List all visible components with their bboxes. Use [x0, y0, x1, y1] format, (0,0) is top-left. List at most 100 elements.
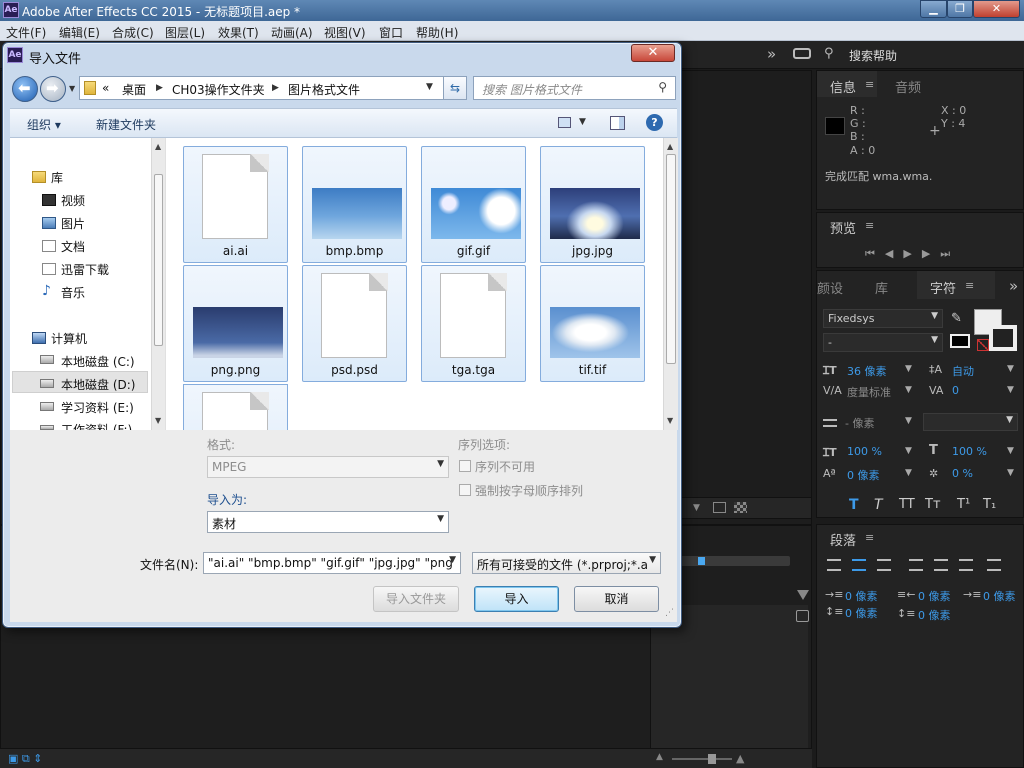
chevron-down-icon[interactable]: ▼	[579, 117, 586, 127]
font-style-select[interactable]: - ▼	[823, 333, 943, 352]
current-time-indicator[interactable]	[698, 557, 705, 565]
nav-drive-d[interactable]: 本地磁盘 (D:)	[61, 376, 135, 393]
nav-videos[interactable]: 视频	[61, 192, 85, 209]
search-icon[interactable]: ⚲	[824, 46, 834, 61]
swap-colors-icon[interactable]	[950, 334, 970, 348]
superscript-button[interactable]: T¹	[957, 497, 970, 512]
search-input[interactable]: 搜索 图片格式文件 ⚲	[473, 76, 676, 100]
space-after-value[interactable]: 0 像素	[918, 607, 951, 623]
file-gif[interactable]: gif.gif	[421, 146, 526, 263]
scroll-up-icon[interactable]: ▲	[155, 142, 161, 151]
menu-view[interactable]: 视图(V)	[324, 24, 366, 41]
stroke-type-select[interactable]: ▼	[923, 413, 1018, 431]
small-caps-button[interactable]: Tт	[925, 497, 941, 512]
breadcrumb-ch03[interactable]: CH03操作文件夹	[172, 81, 265, 98]
breadcrumb-image-formats[interactable]: 图片格式文件	[288, 81, 360, 98]
chevron-down-icon[interactable]: ▼	[1007, 468, 1014, 478]
menu-help[interactable]: 帮助(H)	[416, 24, 458, 41]
scroll-down-icon[interactable]: ▼	[155, 416, 161, 425]
justify-center-icon[interactable]	[934, 559, 948, 571]
faux-italic-button[interactable]: T	[874, 497, 883, 513]
tab-paragraph[interactable]: 段落	[830, 530, 856, 549]
filetype-select[interactable]: 所有可接受的文件 (*.prproj;*.a ▼	[472, 552, 661, 574]
chevron-down-icon[interactable]: ▼	[905, 416, 912, 426]
import-button[interactable]: 导入	[474, 586, 559, 612]
indent-left-value[interactable]: 0 像素	[845, 588, 878, 604]
preview-pane-icon[interactable]	[610, 116, 625, 130]
file-bmp[interactable]: bmp.bmp	[302, 146, 407, 263]
timeline-work-area[interactable]	[680, 556, 790, 566]
tab-info[interactable]: 信息	[830, 77, 856, 96]
chevron-down-icon[interactable]: ▼	[1007, 385, 1014, 395]
chevron-down-icon[interactable]: ▼	[905, 364, 912, 374]
nav-documents[interactable]: 文档	[61, 238, 85, 255]
file-scroll-thumb[interactable]	[666, 154, 676, 364]
sync-settings-icon[interactable]	[793, 48, 811, 59]
file-partial[interactable]	[183, 384, 288, 430]
justify-all-icon[interactable]	[987, 559, 1001, 571]
vertical-scale-value[interactable]: 100 %	[847, 445, 882, 458]
menu-edit[interactable]: 编辑(E)	[59, 24, 100, 41]
info-panel-menu-icon[interactable]: ≡	[865, 78, 874, 91]
paragraph-panel-menu-icon[interactable]: ≡	[865, 531, 874, 544]
playback-controls[interactable]: ⏮◀▶▶⏭	[865, 247, 960, 261]
zoom-in-icon[interactable]: ▲	[736, 752, 744, 765]
nav-thunder-downloads[interactable]: 迅雷下载	[61, 261, 109, 278]
breadcrumb-separator-icon[interactable]: ▶	[156, 83, 163, 93]
comp-marker-icon[interactable]	[796, 610, 809, 622]
menu-animation[interactable]: 动画(A)	[271, 24, 313, 41]
file-png[interactable]: png.png	[183, 265, 288, 382]
menu-layer[interactable]: 图层(L)	[165, 24, 205, 41]
nav-drive-f[interactable]: 工作资料 (F:)	[61, 421, 132, 430]
timeline-marker-icon[interactable]	[797, 590, 809, 602]
align-right-icon[interactable]	[877, 559, 891, 571]
recent-locations-icon[interactable]: ▼	[69, 84, 75, 93]
tab-effects-presets[interactable]: 颜设	[817, 278, 843, 297]
character-panel-menu-icon[interactable]: ≡	[965, 279, 974, 292]
forward-button[interactable]: ➡	[40, 76, 66, 102]
chevron-down-icon[interactable]: ▼	[1007, 364, 1014, 374]
chevron-down-icon[interactable]: ▼	[905, 446, 912, 456]
window-close-button[interactable]: ✕	[973, 0, 1020, 18]
no-stroke-icon[interactable]	[977, 339, 989, 351]
dialog-close-button[interactable]: ✕	[631, 44, 675, 62]
file-scrollbar[interactable]: ▲ ▼	[663, 138, 678, 430]
resize-grip-icon[interactable]: ⋰	[665, 608, 674, 618]
scroll-up-icon[interactable]: ▲	[667, 142, 673, 151]
justify-left-icon[interactable]	[909, 559, 923, 571]
nav-libraries[interactable]: 库	[51, 169, 63, 186]
scroll-down-icon[interactable]: ▼	[667, 416, 673, 425]
tracking-value[interactable]: 0	[952, 384, 959, 397]
refresh-button[interactable]: ⇆	[443, 76, 467, 100]
chevron-down-icon[interactable]: ▼	[905, 468, 912, 478]
menu-effect[interactable]: 效果(T)	[218, 24, 259, 41]
stroke-width-value[interactable]: - 像素	[845, 415, 874, 431]
address-bar[interactable]: « 桌面 ▶ CH03操作文件夹 ▶ 图片格式文件 ▼	[79, 76, 467, 100]
nav-drive-c[interactable]: 本地磁盘 (C:)	[61, 353, 135, 370]
tab-audio[interactable]: 音频	[895, 77, 921, 96]
organize-button[interactable]: 组织 ▾	[27, 116, 61, 133]
stroke-color-swatch[interactable]	[989, 325, 1017, 351]
dropdown-arrow-icon[interactable]: ▼	[693, 503, 700, 513]
chevron-down-icon[interactable]: ▼	[905, 385, 912, 395]
new-folder-button[interactable]: 新建文件夹	[96, 116, 156, 133]
tab-preview[interactable]: 预览	[830, 218, 856, 237]
zoom-slider[interactable]	[672, 758, 732, 760]
file-ai[interactable]: ai.ai	[183, 146, 288, 263]
menu-window[interactable]: 窗口	[379, 24, 403, 41]
align-center-icon[interactable]	[852, 559, 866, 571]
nav-computer[interactable]: 计算机	[51, 330, 87, 347]
tab-library[interactable]: 库	[875, 278, 888, 297]
all-caps-button[interactable]: TT	[899, 497, 915, 512]
font-size-value[interactable]: 36 像素	[847, 363, 887, 379]
workspace-overflow[interactable]: »	[767, 45, 776, 63]
breadcrumb-desktop[interactable]: 桌面	[122, 81, 146, 98]
filename-input[interactable]: "ai.ai" "bmp.bmp" "gif.gif" "jpg.jpg" "p…	[203, 552, 461, 574]
kerning-value[interactable]: 度量标准	[847, 384, 891, 400]
import-as-select[interactable]: 素材 ▼	[207, 511, 449, 533]
toggle-switches-icon[interactable]: ▣ ⧉ ⇕	[8, 752, 42, 766]
maximize-button[interactable]: ❐	[947, 0, 973, 18]
menu-file[interactable]: 文件(F)	[6, 24, 46, 41]
cancel-button[interactable]: 取消	[574, 586, 659, 612]
nav-scroll-thumb[interactable]	[154, 174, 163, 346]
